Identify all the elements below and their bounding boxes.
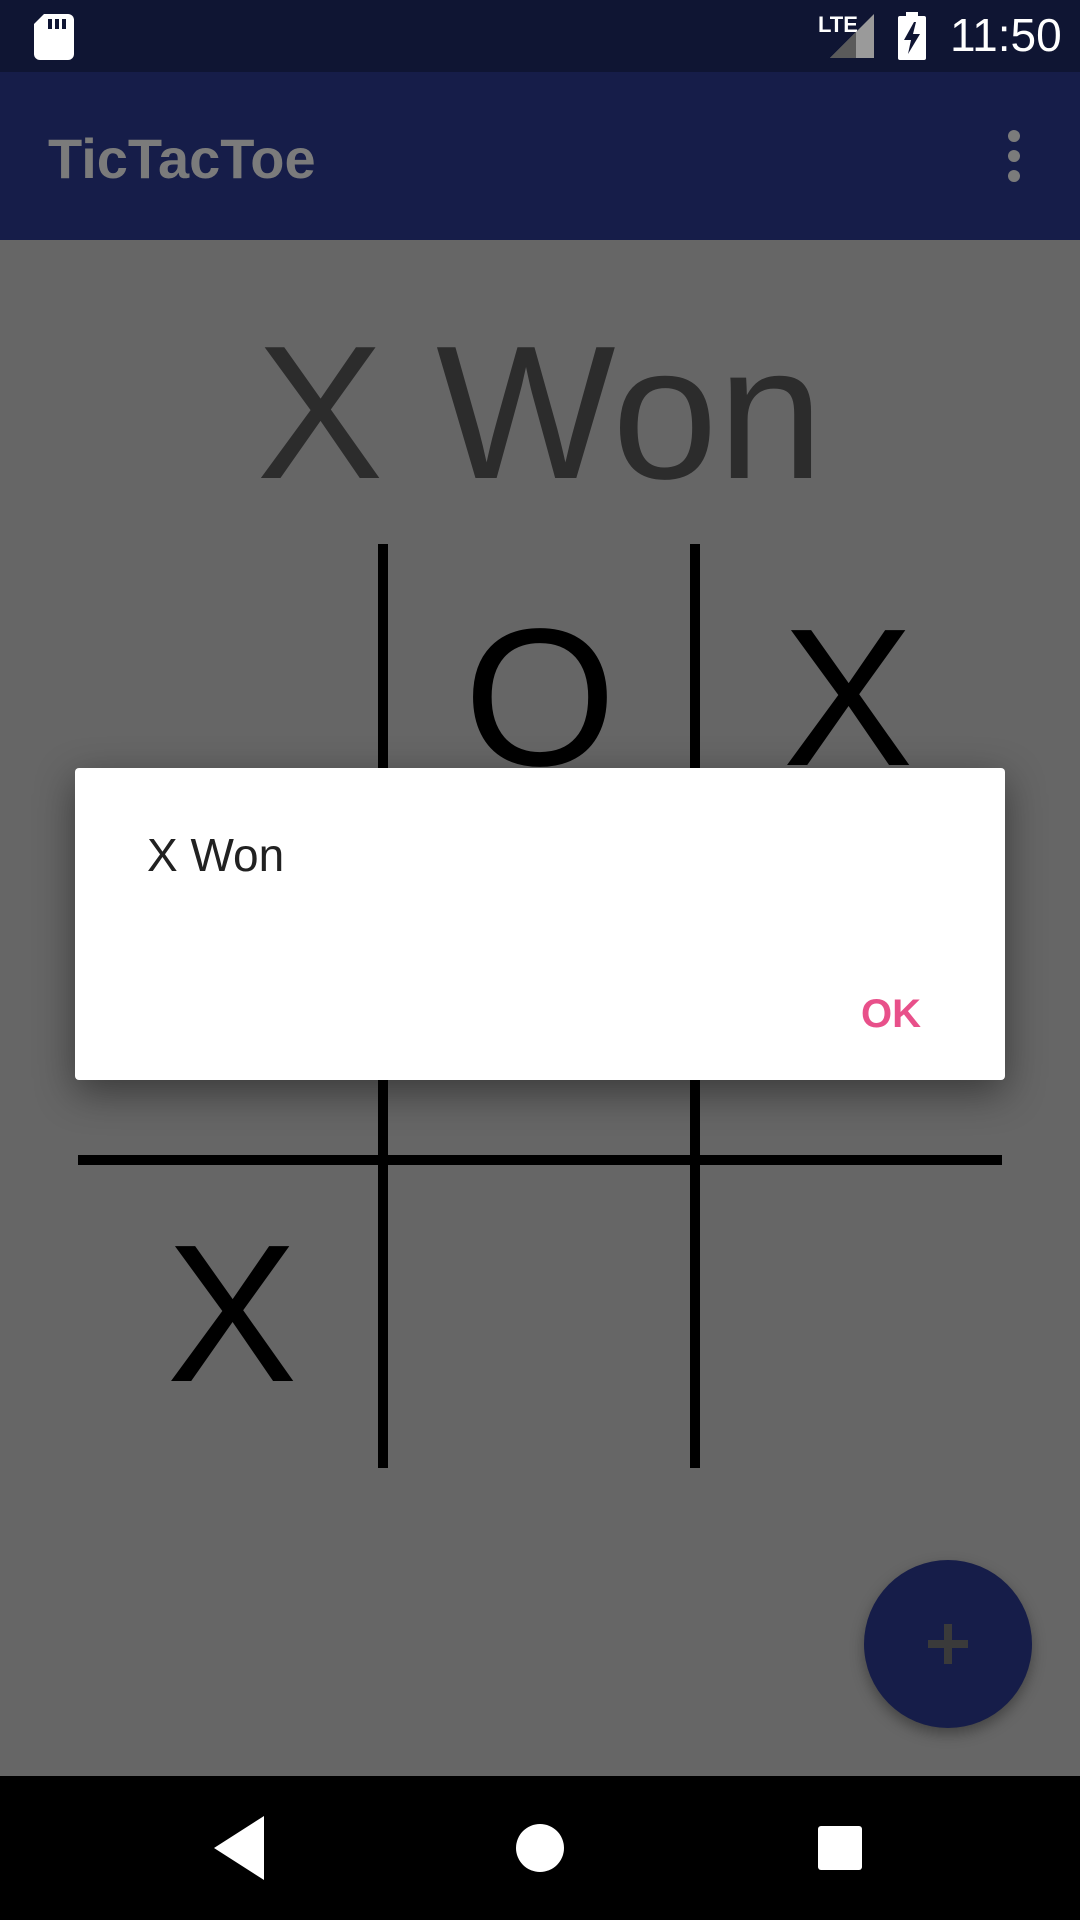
- board-cell-r3-c2[interactable]: [386, 1160, 694, 1468]
- battery-charging-icon: [898, 12, 926, 60]
- dialog-message: X Won: [147, 829, 285, 881]
- add-icon: [928, 1624, 968, 1664]
- home-icon[interactable]: [516, 1824, 564, 1872]
- app-title: TicTacToe: [48, 127, 316, 190]
- recents-icon[interactable]: [818, 1826, 862, 1870]
- result-dialog: X Won OK: [75, 768, 1005, 1080]
- board-cell-r3-c3[interactable]: [694, 1160, 1002, 1468]
- ok-button[interactable]: OK: [831, 974, 951, 1054]
- menu-dot: [1008, 130, 1020, 142]
- game-status-heading: X Won: [256, 307, 824, 519]
- sd-card-icon: [34, 14, 74, 60]
- signal-icon: [830, 14, 874, 58]
- menu-dot: [1008, 170, 1020, 182]
- app-bar: TicTacToe: [0, 72, 1080, 240]
- navigation-bar: [0, 1776, 1080, 1920]
- back-icon[interactable]: [214, 1816, 264, 1880]
- menu-dot: [1008, 150, 1020, 162]
- new-game-fab[interactable]: [864, 1560, 1032, 1728]
- clock: 11:50: [950, 9, 1062, 61]
- board-cell-r3-c1[interactable]: X: [78, 1160, 386, 1468]
- status-bar: LTE 11:50: [0, 0, 1080, 72]
- more-vert-icon[interactable]: [996, 130, 1032, 186]
